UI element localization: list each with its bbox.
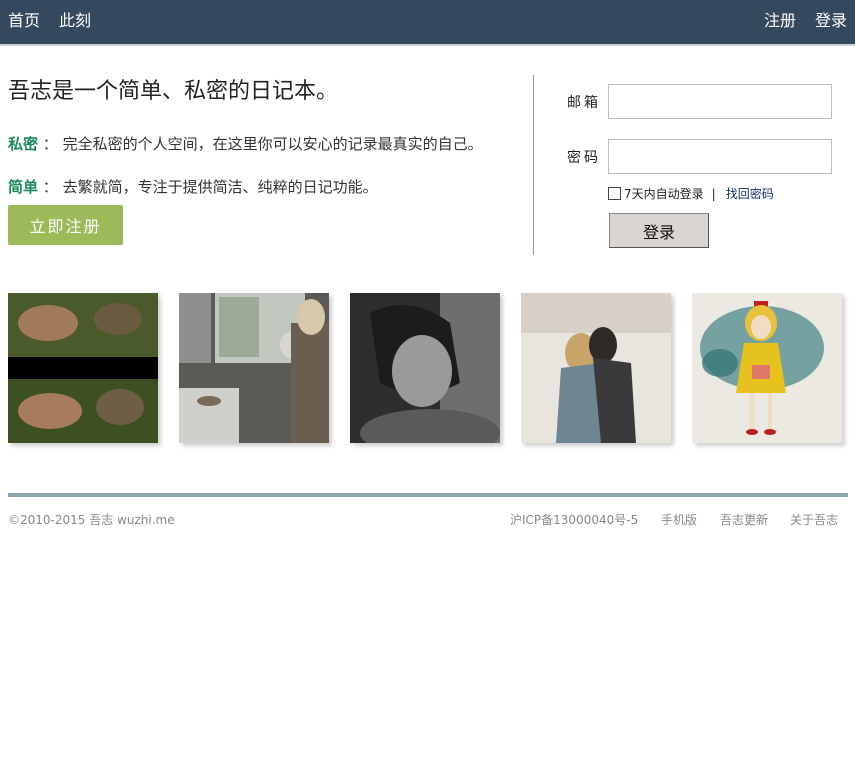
nav-link-home[interactable]: 首页 <box>8 11 40 31</box>
remember-label[interactable]: 7天内自动登录 <box>624 187 704 201</box>
email-field[interactable] <box>608 84 832 119</box>
feature-key: 私密 <box>8 135 39 153</box>
footer-link-mobile[interactable]: 手机版 <box>661 512 697 528</box>
password-label: 密码 <box>567 150 601 166</box>
top-nav-bar: 首页 此刻 注册 登录 <box>0 0 855 46</box>
photo-5[interactable] <box>692 293 842 443</box>
feature-key: 简单 <box>8 178 39 196</box>
nav-link-login[interactable]: 登录 <box>815 11 847 31</box>
feature-private: 私密 ： 完全私密的个人空间，在这里你可以安心的记录最真实的自己。 <box>8 134 483 154</box>
nav-link-now[interactable]: 此刻 <box>59 11 91 31</box>
email-label: 邮箱 <box>567 95 601 111</box>
footer-link-about[interactable]: 关于吾志 <box>790 512 838 528</box>
feature-separator: ： <box>42 135 58 153</box>
forgot-password-link[interactable]: 找回密码 <box>726 187 774 201</box>
signup-button[interactable]: 立即注册 <box>8 205 123 245</box>
footer-link-updates[interactable]: 吾志更新 <box>720 512 768 528</box>
footer-copyright: ©2010-2015 吾志 wuzhi.me <box>8 513 175 527</box>
feature-separator: ： <box>42 178 58 196</box>
page-headline: 吾志是一个简单、私密的日记本。 <box>8 79 339 104</box>
photo-4[interactable] <box>521 293 671 443</box>
remember-row: 7天内自动登录 | 找回密码 <box>608 186 774 202</box>
photo-1[interactable] <box>8 293 158 443</box>
remember-checkbox[interactable] <box>608 187 621 200</box>
link-separator: | <box>711 187 716 201</box>
feature-text: 完全私密的个人空间，在这里你可以安心的记录最真实的自己。 <box>62 135 483 153</box>
password-field[interactable] <box>608 139 832 174</box>
feature-text: 去繁就简，专注于提供简洁、纯粹的日记功能。 <box>62 178 378 196</box>
photo-2[interactable] <box>179 293 329 443</box>
vertical-divider <box>533 75 534 255</box>
photo-3[interactable] <box>350 293 500 443</box>
footer-divider <box>8 493 848 497</box>
footer-icp-link[interactable]: 沪ICP备13000040号-5 <box>510 512 638 528</box>
login-button[interactable]: 登录 <box>609 213 709 248</box>
nav-link-register[interactable]: 注册 <box>764 11 796 31</box>
feature-simple: 简单 ： 去繁就简，专注于提供简洁、纯粹的日记功能。 <box>8 177 378 197</box>
